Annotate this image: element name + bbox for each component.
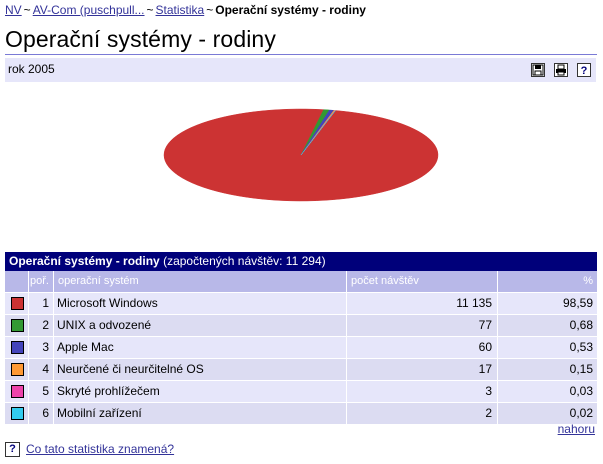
header-percent: % <box>498 271 597 292</box>
row-visits: 77 <box>347 315 498 336</box>
legend-swatch <box>11 297 24 310</box>
back-to-top-link[interactable]: nahoru <box>558 422 595 436</box>
breadcrumb-link-avcom[interactable]: AV-Com (puschpull... <box>33 3 145 17</box>
row-visits: 3 <box>347 381 498 402</box>
table-row: 6 Mobilní zařízení 2 0,02 <box>5 403 597 425</box>
row-order: 6 <box>29 403 54 424</box>
color-swatch <box>5 359 29 380</box>
table-row: 2 UNIX a odvozené 77 0,68 <box>5 315 597 337</box>
color-swatch <box>5 293 29 314</box>
year-bar: rok 2005 ? <box>5 58 596 82</box>
breadcrumb-separator: ~ <box>146 3 154 17</box>
help-icon[interactable]: ? <box>577 63 591 77</box>
color-swatch <box>5 315 29 336</box>
color-swatch <box>5 381 29 402</box>
row-order: 3 <box>29 337 54 358</box>
table-title: Operační systémy - rodiny <box>9 254 160 268</box>
table-row: 1 Microsoft Windows 11 135 98,59 <box>5 293 597 315</box>
row-order: 5 <box>29 381 54 402</box>
header-swatch <box>5 271 29 292</box>
table-body: 1 Microsoft Windows 11 135 98,59 2 UNIX a odv… <box>5 293 597 425</box>
pie-chart <box>163 108 439 202</box>
row-percent: 0,02 <box>498 403 597 424</box>
save-icon[interactable] <box>531 63 545 77</box>
row-visits: 2 <box>347 403 498 424</box>
row-os-name: Neurčené či neurčitelné OS <box>54 359 347 380</box>
print-icon[interactable] <box>554 63 568 77</box>
help-question-icon[interactable]: ? <box>5 442 20 458</box>
breadcrumb-separator: ~ <box>23 3 31 17</box>
row-order: 1 <box>29 293 54 314</box>
year-label: rok 2005 <box>8 62 55 76</box>
row-percent: 0,53 <box>498 337 597 358</box>
table-note: (započtených návštěv: 11 294) <box>163 254 326 268</box>
table-row: 3 Apple Mac 60 0,53 <box>5 337 597 359</box>
pie-slices <box>163 108 439 202</box>
row-percent: 98,59 <box>498 293 597 314</box>
help-row: ? Co tato statistika znamená? <box>5 442 174 458</box>
legend-swatch <box>11 319 24 332</box>
breadcrumb-current: Operační systémy - rodiny <box>215 3 366 17</box>
row-os-name: Skryté prohlížečem <box>54 381 347 402</box>
help-link[interactable]: Co tato statistika znamená? <box>26 442 174 456</box>
row-os-name: UNIX a odvozené <box>54 315 347 336</box>
legend-swatch <box>11 407 24 420</box>
legend-swatch <box>11 341 24 354</box>
table-row: 4 Neurčené či neurčitelné OS 17 0,15 <box>5 359 597 381</box>
table-row: 5 Skryté prohlížečem 3 0,03 <box>5 381 597 403</box>
row-os-name: Apple Mac <box>54 337 347 358</box>
header-os: operační systém <box>54 271 347 292</box>
breadcrumb: NV ~ AV-Com (puschpull... ~ Statistika ~ Opera… <box>5 3 366 17</box>
row-percent: 0,03 <box>498 381 597 402</box>
row-os-name: Microsoft Windows <box>54 293 347 314</box>
row-order: 4 <box>29 359 54 380</box>
header-order: poř. <box>29 271 54 292</box>
row-percent: 0,68 <box>498 315 597 336</box>
row-percent: 0,15 <box>498 359 597 380</box>
row-visits: 17 <box>347 359 498 380</box>
breadcrumb-separator: ~ <box>206 3 214 17</box>
header-visits: počet návštěv <box>347 271 498 292</box>
stats-table: Operační systémy - rodiny (započtených n… <box>5 252 597 425</box>
color-swatch <box>5 403 29 424</box>
table-title-bar: Operační systémy - rodiny (započtených n… <box>5 252 597 271</box>
breadcrumb-link-nv[interactable]: NV <box>5 3 22 17</box>
row-visits: 11 135 <box>347 293 498 314</box>
color-swatch <box>5 337 29 358</box>
row-order: 2 <box>29 315 54 336</box>
legend-swatch <box>11 385 24 398</box>
legend-swatch <box>11 363 24 376</box>
breadcrumb-link-statistika[interactable]: Statistika <box>156 3 205 17</box>
row-visits: 60 <box>347 337 498 358</box>
table-header-row: poř. operační systém počet návštěv % <box>5 271 597 293</box>
page-title: Operační systémy - rodiny <box>5 26 276 52</box>
row-os-name: Mobilní zařízení <box>54 403 347 424</box>
title-divider <box>5 54 597 55</box>
